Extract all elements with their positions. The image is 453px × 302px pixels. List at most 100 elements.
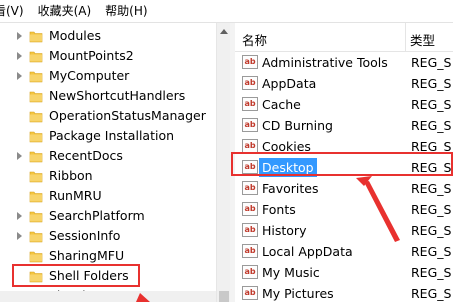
tree-item-label: Shell Folders <box>49 268 129 283</box>
value-name: Favorites <box>262 181 319 196</box>
expand-arrow-icon[interactable] <box>17 32 22 40</box>
tree-item[interactable]: MountPoints2 <box>0 46 228 66</box>
value-name: Cookies <box>262 139 311 154</box>
tree-vertical-scrollbar[interactable] <box>216 23 231 302</box>
list-item[interactable]: ab AppData REG_S <box>235 73 453 94</box>
tree-item-label: OperationStatusManager <box>49 108 206 123</box>
scroll-thumb[interactable] <box>219 291 229 302</box>
value-name: My Music <box>262 265 320 280</box>
expand-arrow-icon[interactable] <box>17 72 22 80</box>
string-value-icon: ab <box>242 118 258 132</box>
value-type: REG_S <box>411 55 452 70</box>
tree-item[interactable]: NewShortcutHandlers <box>0 86 228 106</box>
string-value-icon: ab <box>242 181 258 195</box>
tree-item[interactable]: RecentDocs <box>0 146 228 166</box>
value-type: REG_S <box>411 286 452 301</box>
value-name: CD Burning <box>262 118 333 133</box>
string-value-icon: ab <box>242 265 258 279</box>
tree-item-label: Ribbon <box>49 168 93 183</box>
tree-item-label: RunMRU <box>49 188 102 203</box>
tree-horizontal-scrollbar[interactable] <box>0 291 228 302</box>
string-value-icon: ab <box>242 139 258 153</box>
string-value-icon: ab <box>242 223 258 237</box>
folder-icon <box>29 229 43 243</box>
registry-tree: Modules MountPoints2 MyComputer NewShortcut… <box>0 23 228 302</box>
value-type: REG_S <box>411 139 452 154</box>
folder-icon <box>29 269 43 283</box>
tree-item[interactable]: Shell Folders <box>0 266 228 286</box>
folder-icon <box>29 249 43 263</box>
value-name: AppData <box>262 76 317 91</box>
menu-bar: 看(V) 收藏夹(A) 帮助(H) <box>0 0 453 23</box>
tree-item-label: RecentDocs <box>49 148 123 163</box>
list-item[interactable]: ab Cookies REG_S <box>235 136 453 157</box>
list-item[interactable]: ab Administrative Tools REG_S <box>235 52 453 73</box>
tree-item-label: MyComputer <box>49 68 130 83</box>
tree-item[interactable]: RunMRU <box>0 186 228 206</box>
tree-item[interactable]: SearchPlatform <box>0 206 228 226</box>
list-item[interactable]: ab Local AppData REG_S <box>235 241 453 262</box>
tree-item-label: SessionInfo <box>49 228 121 243</box>
value-name: Cache <box>262 97 301 112</box>
list-item[interactable]: ab My Music REG_S <box>235 262 453 283</box>
string-value-icon: ab <box>242 97 258 111</box>
string-value-icon: ab <box>242 286 258 300</box>
tree-item[interactable]: Package Installation <box>0 126 228 146</box>
list-item[interactable]: ab History REG_S <box>235 220 453 241</box>
tree-item-label: Package Installation <box>49 128 175 143</box>
menu-view[interactable]: 看(V) <box>0 0 24 22</box>
value-type: REG_S <box>411 181 452 196</box>
list-item[interactable]: ab Desktop REG_S <box>235 157 453 178</box>
value-name: Fonts <box>262 202 296 217</box>
tree-item[interactable]: SessionInfo <box>0 226 228 246</box>
folder-icon <box>29 49 43 63</box>
expand-arrow-icon[interactable] <box>17 52 22 60</box>
folder-icon <box>29 169 43 183</box>
value-type: REG_S <box>411 97 452 112</box>
tree-item-label: NewShortcutHandlers <box>49 88 186 103</box>
column-header-name[interactable]: 名称 <box>242 30 267 49</box>
values-list: 名称 类型 ab Administrative Tools REG_S ab AppDa… <box>235 23 453 302</box>
scroll-up-icon[interactable] <box>220 29 228 34</box>
folder-icon <box>29 149 43 163</box>
string-value-icon: ab <box>242 55 258 69</box>
tree-item[interactable]: Modules <box>0 26 228 46</box>
folder-icon <box>29 189 43 203</box>
list-item[interactable]: ab Cache REG_S <box>235 94 453 115</box>
string-value-icon: ab <box>242 76 258 90</box>
list-item[interactable]: ab My Pictures REG_S <box>235 283 453 302</box>
folder-icon <box>29 209 43 223</box>
tree-item[interactable]: OperationStatusManager <box>0 106 228 126</box>
value-name: History <box>262 223 307 238</box>
value-type: REG_S <box>411 118 452 133</box>
expand-arrow-icon[interactable] <box>17 152 22 160</box>
value-name: Administrative Tools <box>262 55 388 70</box>
value-type: REG_S <box>411 244 452 259</box>
folder-icon <box>29 29 43 43</box>
expand-arrow-icon[interactable] <box>17 232 22 240</box>
tree-item[interactable]: SharingMFU <box>0 246 228 266</box>
value-type: REG_S <box>411 76 452 91</box>
menu-favorites[interactable]: 收藏夹(A) <box>38 0 92 22</box>
tree-item-label: MountPoints2 <box>49 48 134 63</box>
tree-item-label: SharingMFU <box>49 248 125 263</box>
list-item[interactable]: ab Fonts REG_S <box>235 199 453 220</box>
list-item[interactable]: ab Favorites REG_S <box>235 178 453 199</box>
folder-icon <box>29 129 43 143</box>
column-header-type[interactable]: 类型 <box>410 30 435 49</box>
value-type: REG_S <box>411 223 452 238</box>
value-type: REG_S <box>411 202 452 217</box>
value-name: Local AppData <box>262 244 353 259</box>
value-type: REG_S <box>411 265 452 280</box>
list-item[interactable]: ab CD Burning REG_S <box>235 115 453 136</box>
folder-icon <box>29 89 43 103</box>
column-divider[interactable] <box>405 23 406 51</box>
folder-icon <box>29 69 43 83</box>
expand-arrow-icon[interactable] <box>17 212 22 220</box>
value-name: My Pictures <box>262 286 334 301</box>
menu-help[interactable]: 帮助(H) <box>105 0 147 22</box>
folder-icon <box>29 109 43 123</box>
tree-item[interactable]: Ribbon <box>0 166 228 186</box>
list-header: 名称 类型 <box>235 23 453 52</box>
tree-item[interactable]: MyComputer <box>0 66 228 86</box>
